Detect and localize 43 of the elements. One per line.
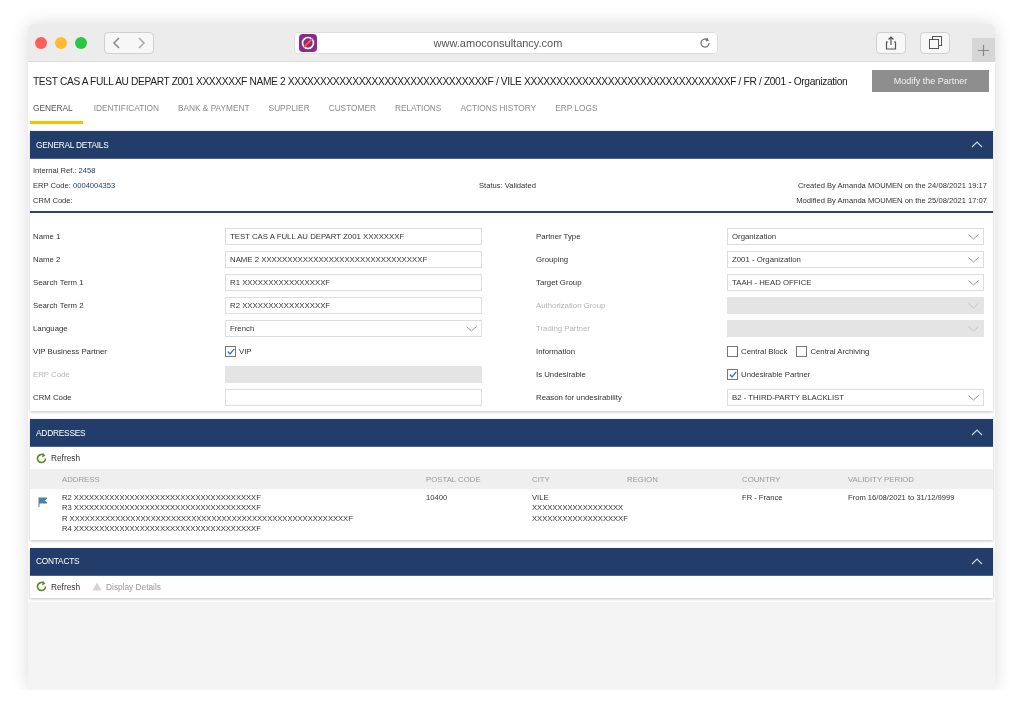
collapse-chevron-icon[interactable] (971, 428, 983, 437)
collapse-chevron-icon[interactable] (971, 140, 983, 149)
tab[interactable]: GENERAL (30, 100, 83, 124)
text-field[interactable] (225, 389, 482, 406)
checkmark-icon (226, 348, 235, 355)
new-tab-button[interactable] (972, 38, 995, 62)
refresh-button[interactable]: Refresh (36, 452, 81, 464)
share-icon (885, 35, 897, 50)
chevron-down-icon (968, 394, 979, 401)
window-control-icon (75, 36, 87, 49)
tab[interactable]: SUPPLIER (265, 100, 318, 124)
refresh-icon (36, 452, 47, 464)
site-logo-icon (299, 33, 317, 52)
flag-icon (38, 497, 48, 507)
chevron-down-icon (466, 325, 477, 332)
tab[interactable]: CUSTOMER (325, 100, 384, 124)
reload-icon[interactable] (699, 36, 711, 49)
tab[interactable]: RELATIONS (391, 100, 450, 124)
tab[interactable]: ERP LOGS (552, 100, 606, 124)
triangle-icon (92, 582, 103, 592)
chevron-down-icon (968, 302, 979, 309)
address-bar[interactable]: www.amoconsultancy.com (294, 31, 718, 54)
plus-icon (978, 44, 989, 56)
chevron-down-icon (968, 279, 979, 286)
share-button[interactable] (876, 31, 906, 54)
collapse-chevron-icon[interactable] (971, 556, 983, 566)
page-title: TEST CAS A FULL AU DEPART Z001 XXXXXXXF NAME 2 XXXXXXXXXXXXXXXXXXXXXXXXXXXXXXXF / VILE XXXXXXXXXXXXXXXXXXXXXXXXXXXXXXXXF / FR / Z001 - Organization (33, 75, 848, 87)
tabs-button[interactable] (920, 31, 950, 54)
refresh-icon (36, 581, 47, 593)
window-control-icon (55, 36, 67, 49)
tab[interactable]: BANK & PAYMENT (174, 100, 258, 124)
tab[interactable]: IDENTIFICATION (90, 100, 167, 124)
tabs-icon (928, 36, 942, 49)
window-control-icon (35, 36, 47, 49)
section-title: GENERAL DETAILS (36, 139, 109, 150)
chevron-down-icon (968, 325, 979, 332)
section-title: ADDRESSES (36, 427, 86, 438)
refresh-button[interactable]: Refresh (36, 581, 81, 593)
tab[interactable]: ACTIONS HISTORY (457, 100, 545, 124)
section-title: CONTACTS (36, 556, 80, 567)
checkmark-icon (728, 371, 737, 378)
chevron-down-icon (968, 233, 979, 240)
chevron-down-icon (968, 256, 979, 263)
